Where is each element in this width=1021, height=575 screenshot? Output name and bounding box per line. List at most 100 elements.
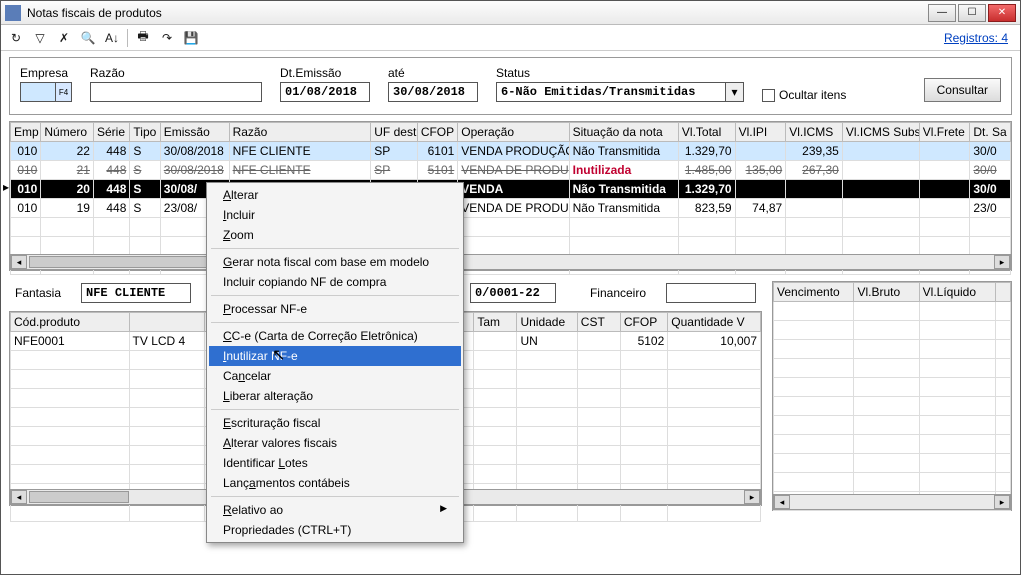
filter-clear-icon[interactable]: ✗ bbox=[55, 29, 73, 47]
razao-input[interactable] bbox=[90, 82, 262, 102]
print-icon[interactable]: 🖶 bbox=[134, 29, 152, 47]
table-row[interactable]: 01020448S30/08/VENDANão Transmitida1.329… bbox=[11, 180, 1011, 199]
column-header[interactable]: Vl.Líquido bbox=[919, 283, 995, 302]
cnpj-value: 0/0001-22 bbox=[470, 283, 556, 303]
table-row[interactable]: 01022448S30/08/2018NFE CLIENTESP6101VEND… bbox=[11, 142, 1011, 161]
redo-icon[interactable]: ↷ bbox=[158, 29, 176, 47]
menu-item[interactable]: Alterar bbox=[209, 185, 461, 205]
menu-item[interactable]: Incluir copiando NF de compra bbox=[209, 272, 461, 292]
save-icon[interactable]: 💾 bbox=[182, 29, 200, 47]
financeiro-value bbox=[666, 283, 756, 303]
table-row bbox=[774, 340, 1011, 359]
ocultar-itens-label: Ocultar itens bbox=[779, 88, 846, 102]
filter-panel: Empresa F4 Razão Dt.Emissão até Status 6… bbox=[9, 57, 1012, 115]
ate-input[interactable] bbox=[388, 82, 478, 102]
checkbox-icon bbox=[762, 89, 775, 102]
column-header[interactable]: Número bbox=[41, 123, 94, 142]
ocultar-itens-checkbox[interactable]: Ocultar itens bbox=[762, 88, 846, 102]
registros-link[interactable]: Registros: 4 bbox=[944, 31, 1008, 45]
filter-icon[interactable]: ▽ bbox=[31, 29, 49, 47]
empresa-input[interactable] bbox=[20, 82, 56, 102]
table-row bbox=[774, 302, 1011, 321]
menu-item[interactable]: Processar NF-e bbox=[209, 299, 461, 319]
table-row bbox=[774, 473, 1011, 492]
column-header[interactable]: Vl.Frete bbox=[919, 123, 970, 142]
scroll-right-icon[interactable]: ▸ bbox=[744, 490, 760, 504]
app-icon bbox=[5, 5, 21, 21]
column-header[interactable]: Emissão bbox=[160, 123, 229, 142]
menu-item[interactable]: Liberar alteração bbox=[209, 386, 461, 406]
fin-hscroll[interactable]: ◂ ▸ bbox=[773, 494, 1011, 510]
table-row bbox=[11, 237, 1011, 256]
table-row[interactable]: 01021448S30/08/2018NFE CLIENTESP5101VEND… bbox=[11, 161, 1011, 180]
menu-separator bbox=[211, 322, 459, 323]
scroll-left-icon[interactable]: ◂ bbox=[774, 495, 790, 509]
status-dropdown-button[interactable]: ▾ bbox=[726, 82, 744, 102]
status-select[interactable]: 6-Não Emitidas/Transmitidas bbox=[496, 82, 726, 102]
column-header[interactable]: CFOP bbox=[620, 313, 667, 332]
menu-separator bbox=[211, 496, 459, 497]
column-header[interactable] bbox=[129, 313, 204, 332]
menu-item[interactable]: Zoom bbox=[209, 225, 461, 245]
column-header[interactable]: Operação bbox=[458, 123, 569, 142]
column-header[interactable]: Dt. Sa bbox=[970, 123, 1011, 142]
column-header[interactable]: UF dest. bbox=[371, 123, 418, 142]
status-label: Status bbox=[496, 66, 744, 80]
column-header[interactable] bbox=[995, 283, 1010, 302]
refresh-icon[interactable]: ↻ bbox=[7, 29, 25, 47]
context-menu[interactable]: AlterarIncluirZoom Gerar nota fiscal com … bbox=[206, 182, 464, 543]
scroll-right-icon[interactable]: ▸ bbox=[994, 495, 1010, 509]
dtemissao-input[interactable] bbox=[280, 82, 370, 102]
column-header[interactable]: Quantidade V bbox=[668, 313, 761, 332]
column-header[interactable]: Série bbox=[93, 123, 129, 142]
column-header[interactable]: Tam bbox=[474, 313, 517, 332]
financeiro-label: Financeiro bbox=[590, 286, 646, 300]
search-icon[interactable]: 🔍 bbox=[79, 29, 97, 47]
column-header[interactable]: Vl.ICMS bbox=[786, 123, 843, 142]
menu-item[interactable]: Alterar valores fiscais bbox=[209, 433, 461, 453]
menu-item[interactable]: CC-e (Carta de Correção Eletrônica) bbox=[209, 326, 461, 346]
close-button[interactable]: ✕ bbox=[988, 4, 1016, 22]
column-header[interactable]: Razão bbox=[229, 123, 371, 142]
menu-item[interactable]: Propriedades (CTRL+T) bbox=[209, 520, 461, 540]
column-header[interactable]: CST bbox=[577, 313, 620, 332]
grid-hscroll[interactable]: ◂ ▸ bbox=[10, 254, 1011, 270]
column-header[interactable]: Emp bbox=[11, 123, 41, 142]
column-header[interactable]: Situação da nota bbox=[569, 123, 678, 142]
menu-item[interactable]: Gerar nota fiscal com base em modelo bbox=[209, 252, 461, 272]
scroll-left-icon[interactable]: ◂ bbox=[11, 490, 27, 504]
minimize-button[interactable]: — bbox=[928, 4, 956, 22]
financeiro-grid[interactable]: VencimentoVl.BrutoVl.Líquido ◂ ▸ bbox=[772, 281, 1012, 511]
consultar-button[interactable]: Consultar bbox=[924, 78, 1001, 102]
column-header[interactable]: Vencimento bbox=[774, 283, 854, 302]
menu-item[interactable]: Identificar Lotes bbox=[209, 453, 461, 473]
scroll-thumb[interactable] bbox=[29, 491, 129, 503]
fantasia-value: NFE CLIENTE bbox=[81, 283, 191, 303]
column-header[interactable]: Vl.ICMS Subs bbox=[842, 123, 919, 142]
menu-item[interactable]: Cancelar bbox=[209, 366, 461, 386]
sort-icon[interactable]: A↓ bbox=[103, 29, 121, 47]
table-row bbox=[774, 454, 1011, 473]
table-row bbox=[774, 435, 1011, 454]
column-header[interactable]: Tipo bbox=[130, 123, 160, 142]
column-header[interactable]: CFOP bbox=[417, 123, 457, 142]
column-header[interactable]: Cód.produto bbox=[11, 313, 130, 332]
menu-item[interactable]: Relativo ao bbox=[209, 500, 461, 520]
empresa-lookup-button[interactable]: F4 bbox=[56, 82, 72, 102]
maximize-button[interactable]: ☐ bbox=[958, 4, 986, 22]
ate-label: até bbox=[388, 66, 478, 80]
menu-item[interactable]: Lançamentos contábeis bbox=[209, 473, 461, 493]
menu-item[interactable]: Incluir bbox=[209, 205, 461, 225]
menu-item[interactable]: Escrituração fiscal bbox=[209, 413, 461, 433]
scroll-left-icon[interactable]: ◂ bbox=[11, 255, 27, 269]
scroll-right-icon[interactable]: ▸ bbox=[994, 255, 1010, 269]
table-row[interactable]: 01019448S23/08/VENDA DE PRODUNão Transmi… bbox=[11, 199, 1011, 218]
column-header[interactable]: Vl.Bruto bbox=[854, 283, 919, 302]
column-header[interactable]: Unidade bbox=[517, 313, 577, 332]
window-title: Notas fiscais de produtos bbox=[27, 6, 928, 20]
menu-item[interactable]: Inutilizar NF-e bbox=[209, 346, 461, 366]
column-header[interactable]: Vl.Total bbox=[678, 123, 735, 142]
column-header[interactable]: Vl.IPI bbox=[735, 123, 786, 142]
dtemissao-label: Dt.Emissão bbox=[280, 66, 370, 80]
main-grid[interactable]: ▸ EmpNúmeroSérieTipoEmissãoRazãoUF dest.… bbox=[9, 121, 1012, 271]
